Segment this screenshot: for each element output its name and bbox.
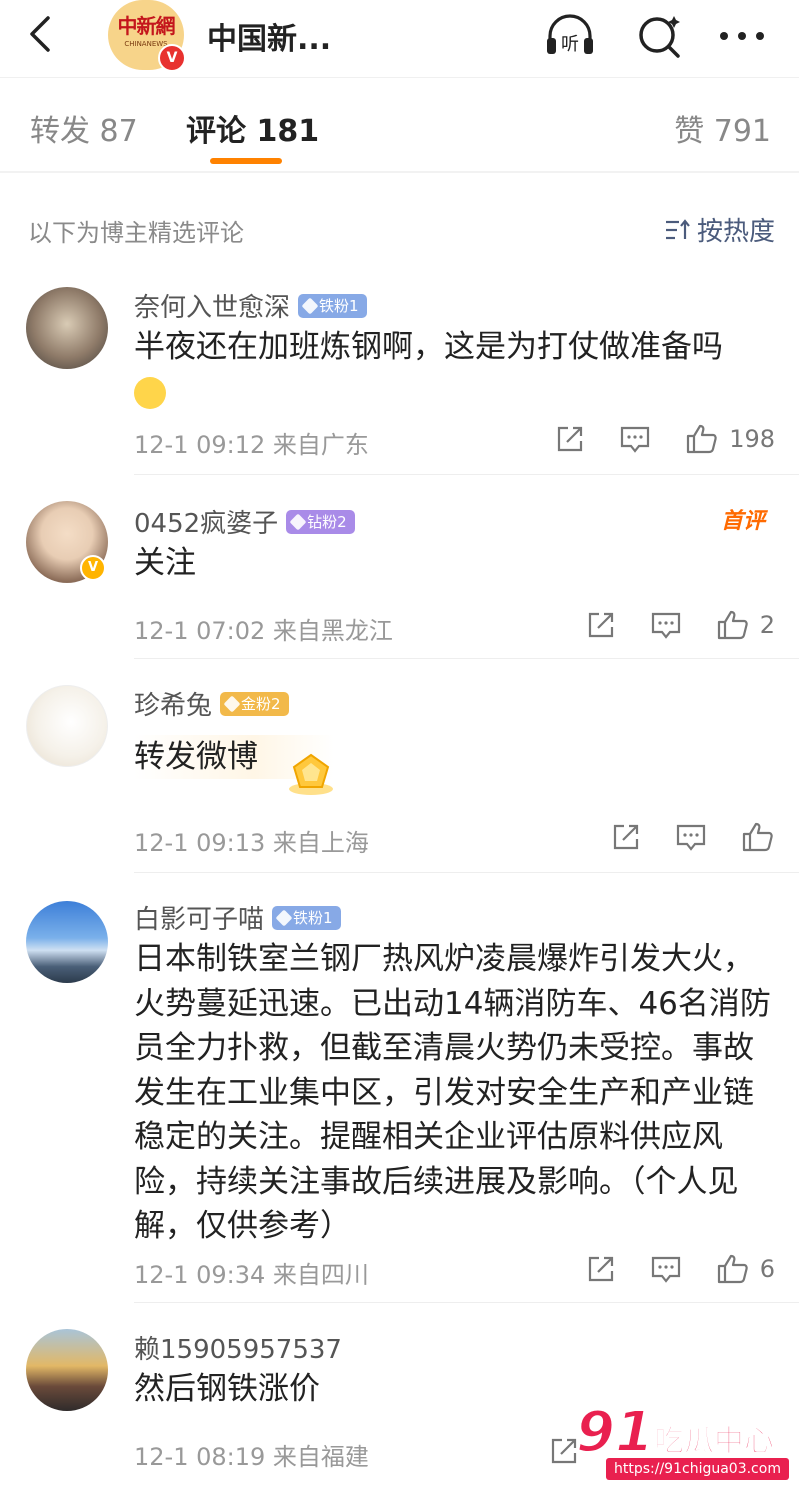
reply-button[interactable] xyxy=(650,610,682,640)
share-icon xyxy=(613,824,639,850)
sort-icon xyxy=(665,218,690,239)
svg-text:听: 听 xyxy=(561,34,579,55)
comment-user[interactable]: 白影可子喵 铁粉1 xyxy=(134,899,341,936)
comment-actions xyxy=(515,1431,579,1471)
username: 珍希兔 xyxy=(134,691,213,721)
first-comment-badge: 首评 xyxy=(720,509,765,534)
thumbs-up-icon xyxy=(717,610,748,640)
tab-comments[interactable]: 评论 181 xyxy=(186,106,319,150)
tab-bar: 转发 87 评论 181 赞 791 xyxy=(0,78,799,173)
user-avatar[interactable] xyxy=(26,1329,108,1411)
gold-badge-icon xyxy=(289,753,333,795)
page-title[interactable]: 中国新... xyxy=(207,14,331,58)
comment-user[interactable]: 奈何入世愈深 铁粉1 xyxy=(134,287,367,324)
share-button[interactable] xyxy=(611,822,641,852)
comment-icon xyxy=(651,612,680,639)
back-arrow-icon[interactable] xyxy=(22,14,62,54)
username: 白影可子喵 xyxy=(134,905,265,935)
watermark-name: 吃瓜中心 xyxy=(654,1424,775,1460)
active-tab-indicator xyxy=(210,158,282,164)
comment-text: 半夜还在加班炼钢啊，这是为打仗做准备吗 xyxy=(134,325,774,413)
thumbs-up-icon xyxy=(742,822,773,852)
like-count: 2 xyxy=(759,611,775,639)
comment-time-location: 12-1 07:02 来自黑龙江 xyxy=(134,617,393,645)
username: 赖15905957537 xyxy=(134,1335,342,1365)
drooling-emoji-icon xyxy=(134,376,166,409)
thumbs-up-icon xyxy=(687,424,717,454)
username: 奈何入世愈深 xyxy=(134,293,291,323)
comment-user[interactable]: 赖15905957537 xyxy=(134,1329,342,1366)
fan-badge: 铁粉1 xyxy=(298,293,367,318)
username: 0452疯婆子 xyxy=(134,509,279,539)
tab-reposts[interactable]: 转发 87 xyxy=(30,106,138,150)
share-icon xyxy=(551,1438,577,1464)
share-icon xyxy=(558,426,583,452)
sort-button-label: 按热度 xyxy=(696,217,775,247)
comment-item: 白影可子喵 铁粉1 日本制铁室兰钢厂热风炉凌晨爆炸引发大火，火势蔓延迅速。已出动… xyxy=(0,873,799,1303)
comment-item: 珍希兔 金粉2 转发微博 12-1 09:13 来自上海 xyxy=(0,659,799,873)
share-button[interactable] xyxy=(555,424,585,454)
like-count: 198 xyxy=(729,425,775,453)
comment-text: 日本制铁室兰钢厂热风炉凌晨爆炸引发大火，火势蔓延迅速。已出动14辆消防车、46名… xyxy=(134,941,771,1244)
user-avatar[interactable] xyxy=(26,901,108,983)
like-button[interactable]: 198 xyxy=(685,423,775,455)
watermark-url: https://91chigua03.com xyxy=(606,1458,789,1480)
fan-badge: 金粉2 xyxy=(220,691,289,716)
listen-icon[interactable]: 听 xyxy=(544,10,596,62)
share-button[interactable] xyxy=(586,610,616,640)
more-options-icon[interactable] xyxy=(716,10,768,62)
share-icon xyxy=(588,612,613,638)
reply-button[interactable] xyxy=(650,1254,682,1284)
comment-time-location: 12-1 09:12 来自广东 xyxy=(134,431,369,459)
reply-button[interactable] xyxy=(675,822,707,852)
site-watermark: 91 吃瓜中心 https://91chigua03.com xyxy=(575,1399,791,1490)
comment-actions: 2 xyxy=(552,605,775,645)
like-button[interactable]: 6 xyxy=(716,1253,775,1285)
share-icon xyxy=(588,1256,613,1282)
user-avatar[interactable] xyxy=(26,287,108,369)
comment-text: 关注 xyxy=(134,545,196,581)
like-button[interactable] xyxy=(741,821,775,853)
fan-badge: 铁粉1 xyxy=(272,905,341,930)
comment-item: V 0452疯婆子 钻粉2 首评 关注 12-1 07:02 来自黑龙江 2 xyxy=(0,475,799,659)
verified-badge: V xyxy=(158,44,186,72)
comment-time-location: 12-1 08:19 来自福建 xyxy=(134,1443,369,1471)
comment-item: 奈何入世愈深 铁粉1 半夜还在加班炼钢啊，这是为打仗做准备吗 12-1 09:1… xyxy=(0,273,799,475)
tab-likes[interactable]: 赞 791 xyxy=(674,106,771,150)
sort-row: 以下为博主精选评论 按热度 xyxy=(0,173,799,273)
watermark-number: 91 xyxy=(575,1399,655,1466)
sort-by-hot-button[interactable]: 按热度 xyxy=(665,211,775,248)
comment-user[interactable]: 0452疯婆子 钻粉2 xyxy=(134,503,355,540)
comment-time-location: 12-1 09:13 来自上海 xyxy=(134,829,369,857)
user-avatar[interactable] xyxy=(26,685,108,767)
verified-badge: V xyxy=(80,555,106,581)
comment-icon xyxy=(676,824,706,851)
fan-badge: 钻粉2 xyxy=(286,509,355,534)
search-icon[interactable] xyxy=(634,10,686,62)
share-button[interactable] xyxy=(586,1254,616,1284)
like-button[interactable]: 2 xyxy=(716,609,775,641)
reply-button[interactable] xyxy=(619,424,651,454)
like-count: 6 xyxy=(759,1255,775,1283)
top-nav-bar: 中新網 CHINANEWS V 中国新... 听 xyxy=(0,0,799,78)
comment-actions: 198 xyxy=(521,419,775,459)
comment-actions: 6 xyxy=(552,1249,775,1289)
featured-comments-label: 以下为博主精选评论 xyxy=(28,219,244,247)
comment-actions xyxy=(577,817,775,857)
comment-time-location: 12-1 09:34 来自四川 xyxy=(134,1261,369,1289)
thumbs-up-icon xyxy=(717,1254,748,1284)
comment-icon xyxy=(651,1256,680,1283)
share-button[interactable] xyxy=(549,1436,579,1466)
logo-text: 中新網 xyxy=(117,14,176,38)
comment-icon xyxy=(621,426,650,453)
comment-user[interactable]: 珍希兔 金粉2 xyxy=(134,685,289,722)
